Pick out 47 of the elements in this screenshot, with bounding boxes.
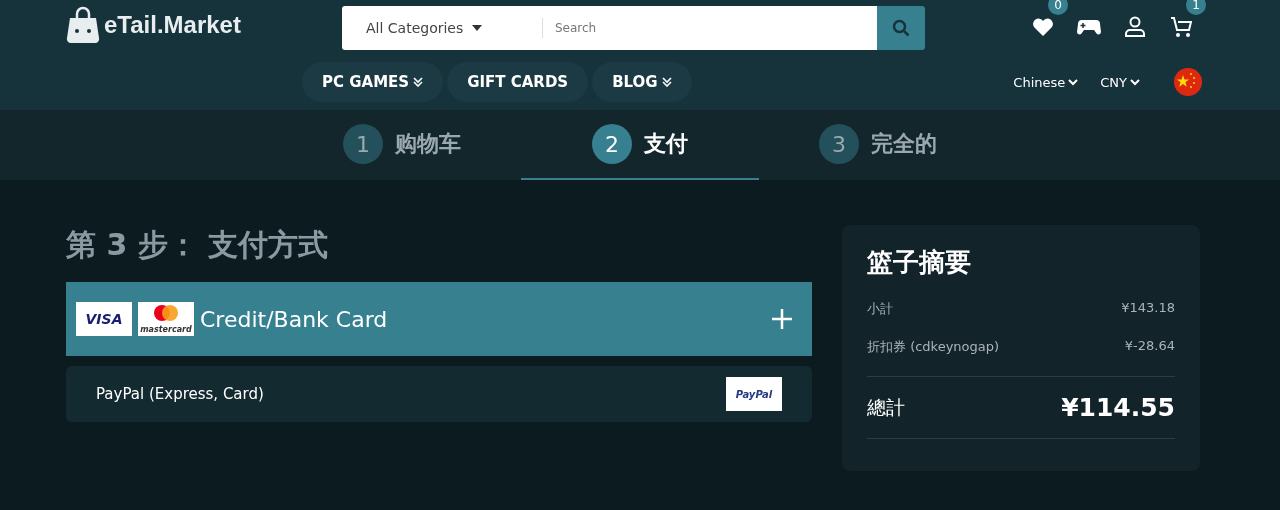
summary-value: ¥-28.64 [1124,338,1175,355]
total-value: ¥114.55 [1061,393,1175,422]
search-button[interactable] [877,6,925,50]
payment-method[interactable]: PayPal (Express, Card) PayPal [66,366,812,422]
payment-method[interactable]: VISA mastercard Credit/Bank Card [66,282,812,356]
double-chevron-icon [661,77,672,87]
step-number: 1 [343,124,383,164]
shopping-bag-gamepad-icon [66,6,100,44]
count-badge: 1 [1186,0,1206,15]
language-select[interactable]: Chinese [1013,74,1079,90]
summary-label: 小計 [867,300,893,318]
site-logo[interactable]: eTail.Market [104,11,241,39]
account-button[interactable] [1122,14,1148,40]
plus-icon [772,309,792,329]
total-label: 總計 [867,394,905,420]
section-title: 第 3 步： 支付方式 [66,226,330,264]
caret-icon [472,25,482,31]
payment-method-label: Credit/Bank Card [200,306,388,332]
step-label: 完全的 [871,130,937,158]
summary-value: ¥143.18 [1121,300,1175,317]
category-dropdown[interactable]: All Categories [342,6,542,50]
payment-method-label: PayPal (Express, Card) [96,385,265,403]
summary-title: 篮子摘要 [867,246,972,279]
nav-menu-item[interactable]: GIFT CARDS [447,62,589,102]
cart-button[interactable] [1168,14,1194,40]
step-number: 2 [592,124,632,164]
chevron-down-icon [1130,78,1140,86]
summary-label: 折扣券 (cdkeynogap) [867,338,1000,356]
search-field[interactable]: Search [542,6,877,50]
count-badge: 0 [1048,0,1068,15]
nav-menu-item[interactable]: PC GAMES [302,62,444,102]
double-chevron-icon [413,77,424,87]
currency-select[interactable]: CNY [1100,74,1140,90]
step-label: 购物车 [395,130,461,158]
gamepad-icon [1077,19,1101,35]
step-number: 3 [819,124,859,164]
flag-icon[interactable] [1174,68,1202,96]
paypal-logo: PayPal [726,377,782,411]
step-label: 支付 [644,130,688,158]
heart-icon [1032,17,1054,37]
nav-menu-item[interactable]: BLOG [592,62,692,102]
mastercard-logo: mastercard [138,302,194,336]
cart-icon [1170,16,1192,38]
search-icon [892,19,910,37]
chevron-down-icon [1068,78,1079,86]
visa-logo: VISA [76,302,132,336]
user-icon [1124,16,1146,38]
